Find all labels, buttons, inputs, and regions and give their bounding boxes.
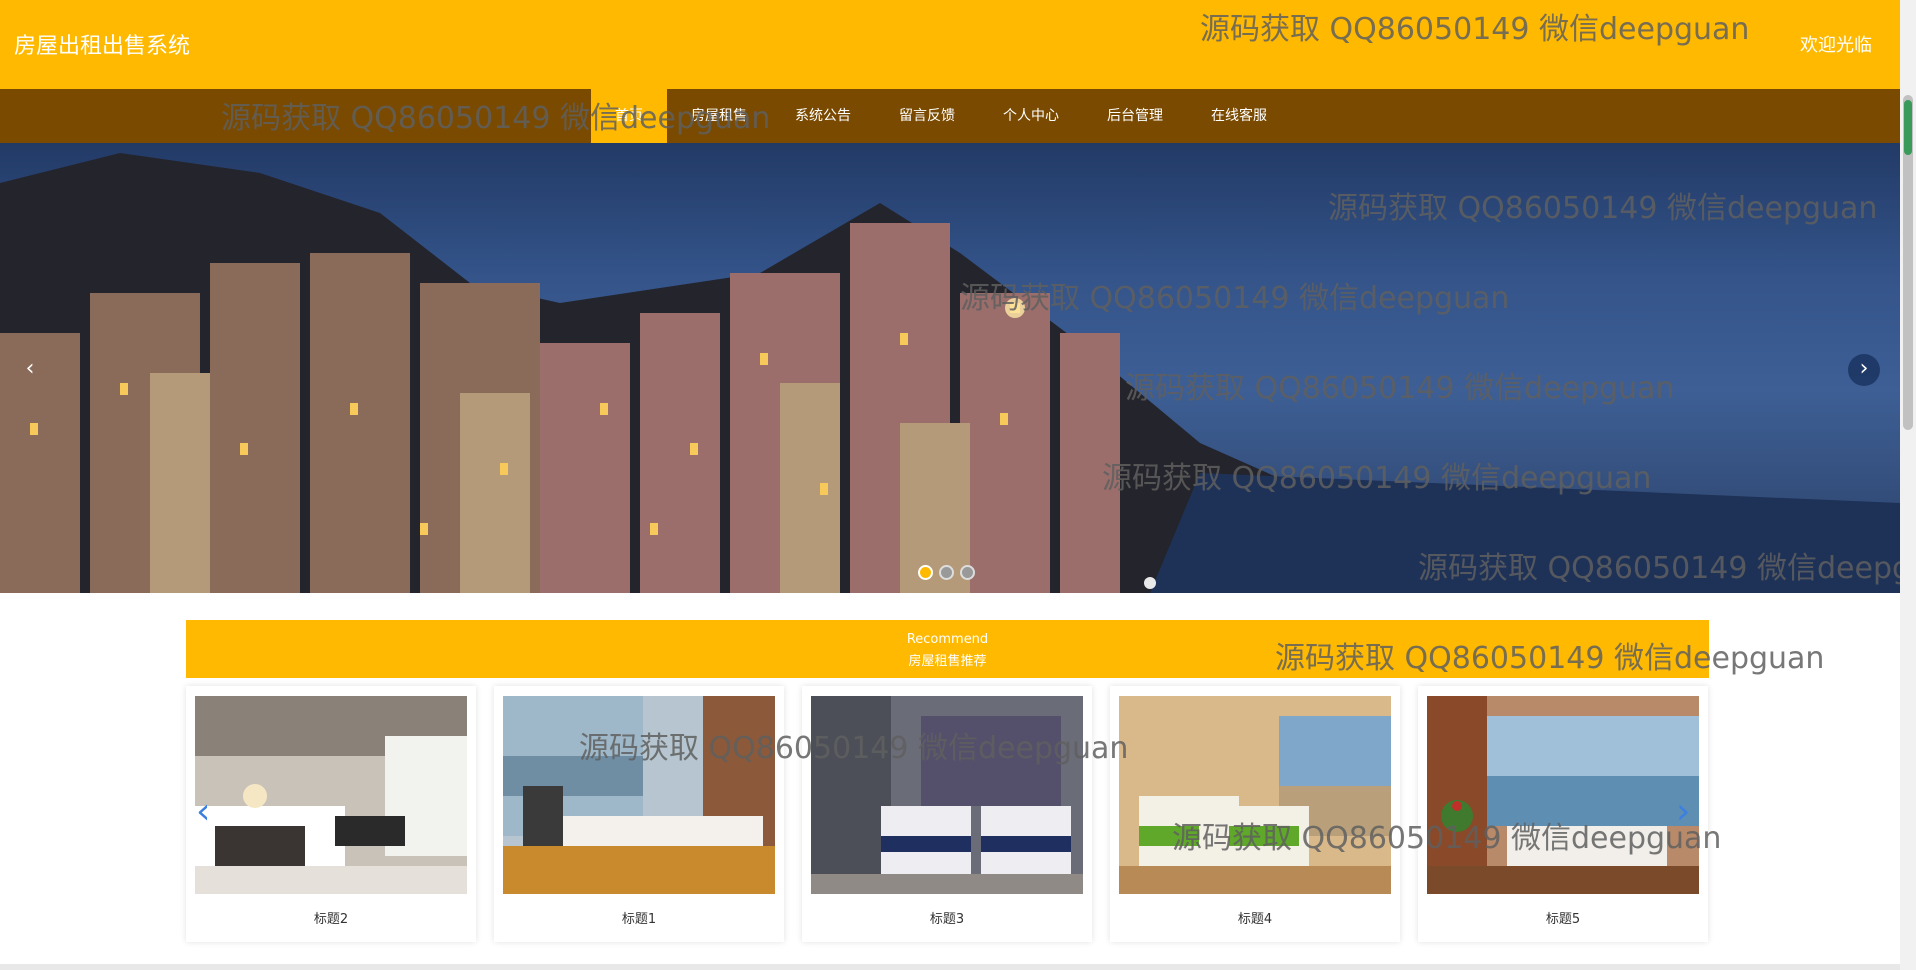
card-caption: 标题2 [313,912,349,927]
banner-dot-1[interactable] [918,565,933,580]
nav-item-home[interactable]: 首页 [591,89,667,143]
nav-item-admin[interactable]: 后台管理 [1083,89,1187,143]
banner-image [0,153,1900,593]
cards-next-arrow[interactable]: › [1676,792,1700,832]
recommend-cards: 标题2 标题1 标题3 标题4 标题5 [186,686,1709,942]
banner-pagination [918,565,975,580]
banner-prev-arrow[interactable]: ‹ [14,354,46,386]
nav-item-house-rental[interactable]: 房屋租售 [667,89,771,143]
chevron-left-icon: ‹ [196,791,211,832]
welcome-text: 欢迎光临 [1800,35,1872,56]
banner-dot-3[interactable] [960,565,975,580]
main-nav: 首页 房屋租售 系统公告 留言反馈 个人中心 后台管理 在线客服 [0,89,1900,143]
house-photo [503,696,775,894]
house-card[interactable]: 标题1 [494,686,784,942]
recommend-title-cn: 房屋租售推荐 [908,654,987,669]
recommend-header: Recommend 房屋租售推荐 [186,620,1709,678]
house-photo [1119,696,1391,894]
page-scrollbar[interactable] [1900,0,1916,970]
banner-next-arrow[interactable]: › [1848,354,1880,386]
recommend-title-en: Recommend [906,632,989,647]
cards-prev-arrow[interactable]: ‹ [196,792,220,832]
nav-item-personal-center[interactable]: 个人中心 [979,89,1083,143]
house-photo [811,696,1083,894]
nav-item-announcements[interactable]: 系统公告 [771,89,875,143]
house-card[interactable]: 标题2 [186,686,476,942]
house-photo [195,696,467,894]
banner-carousel[interactable]: ‹ › [0,143,1900,593]
chevron-left-icon: ‹ [25,356,35,381]
house-card[interactable]: 标题4 [1110,686,1400,942]
page-bottom-divider [0,964,1900,970]
nav-item-feedback[interactable]: 留言反馈 [875,89,979,143]
card-caption: 标题3 [929,912,965,927]
card-caption: 标题4 [1237,912,1273,927]
house-card[interactable]: 标题5 [1418,686,1708,942]
card-caption: 标题5 [1545,912,1581,927]
house-photo [1427,696,1699,894]
chevron-right-icon: › [1676,791,1691,832]
site-title[interactable]: 房屋出租出售系统 [14,28,190,60]
banner-dot-2[interactable] [939,565,954,580]
page: 房屋出租出售系统 欢迎光临 首页 房屋租售 系统公告 留言反馈 个人中心 后台管… [0,0,1916,970]
house-card[interactable]: 标题3 [802,686,1092,942]
scrollbar-indicator [1904,100,1912,155]
nav-item-online-service[interactable]: 在线客服 [1187,89,1291,143]
card-caption: 标题1 [621,912,657,927]
chevron-right-icon: › [1859,356,1869,381]
site-header: 房屋出租出售系统 欢迎光临 [0,0,1900,89]
